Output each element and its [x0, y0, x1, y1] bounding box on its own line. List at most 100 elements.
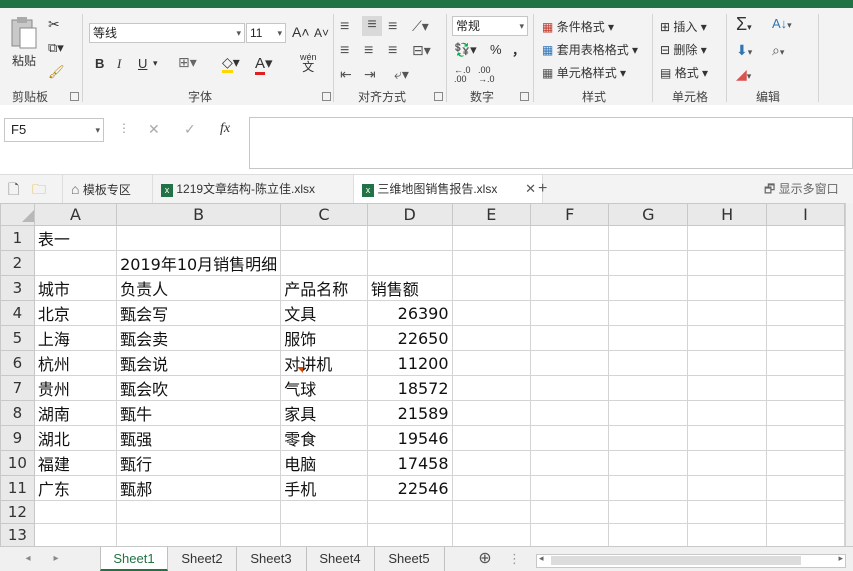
cell-empty[interactable] — [608, 300, 689, 326]
row-header[interactable]: 1 — [0, 225, 35, 251]
cell-empty[interactable] — [451, 300, 532, 326]
border-icon[interactable]: ⊞▾ — [178, 54, 197, 71]
cell-a[interactable]: 贵州 — [33, 375, 118, 401]
align-top-icon[interactable]: ≡ — [340, 18, 349, 36]
add-sheet-icon[interactable]: ⊕ — [474, 547, 496, 571]
cell-empty[interactable] — [530, 425, 610, 451]
format-cells-button[interactable]: ▤ 格式 ▾ — [660, 64, 708, 81]
delete-cells-button[interactable]: ⊟ 删除 ▾ — [660, 41, 707, 58]
scrollbar-thumb[interactable] — [551, 556, 801, 565]
cell-empty[interactable] — [765, 250, 845, 276]
cell-a[interactable]: 城市 — [33, 275, 118, 301]
alignment-launcher-icon[interactable] — [434, 92, 443, 101]
column-header[interactable]: B — [116, 203, 282, 226]
cell-d[interactable]: 销售额 — [366, 275, 453, 301]
cell-d[interactable]: 17458 — [366, 450, 453, 476]
cell-empty[interactable] — [451, 523, 532, 546]
cell-empty[interactable] — [451, 475, 532, 501]
cell-empty[interactable] — [608, 500, 689, 524]
align-center-icon[interactable]: ≡ — [364, 42, 373, 60]
new-tab-icon[interactable]: + — [538, 175, 547, 203]
cell-d[interactable] — [366, 250, 453, 276]
cell-empty[interactable] — [765, 275, 845, 301]
cell-empty[interactable] — [765, 475, 845, 501]
close-icon[interactable]: ✕ — [525, 175, 536, 203]
bold-button[interactable]: B — [95, 56, 104, 71]
cell-empty[interactable] — [530, 475, 610, 501]
cell-d[interactable] — [366, 500, 453, 524]
cell-empty[interactable] — [687, 475, 767, 501]
cell-empty[interactable] — [687, 300, 767, 326]
cell-b[interactable]: 甄行 — [116, 450, 282, 476]
tab-file-1219[interactable]: x 1219文章结构-陈立佳.xlsx — [152, 175, 315, 203]
cell-empty[interactable] — [765, 375, 845, 401]
insert-function-icon[interactable]: fx — [220, 121, 230, 137]
cell-b[interactable]: 甄强 — [116, 425, 282, 451]
currency-icon[interactable]: 💱▾ — [454, 42, 477, 58]
row-header[interactable]: 12 — [0, 500, 35, 524]
tab-file-3d-map[interactable]: x 三维地图销售报告.xlsx ✕ — [353, 175, 543, 203]
cell-d[interactable] — [366, 523, 453, 546]
shrink-font-button[interactable]: A˅ — [314, 26, 329, 40]
align-right-icon[interactable]: ≡ — [388, 42, 397, 60]
cell-b[interactable]: 甄郝 — [116, 475, 282, 501]
sheet-tab-sheet5[interactable]: Sheet5 — [374, 547, 445, 571]
cell-empty[interactable] — [530, 225, 610, 251]
formula-input[interactable] — [249, 117, 853, 169]
cell-a[interactable]: 福建 — [33, 450, 118, 476]
cell-empty[interactable] — [608, 375, 689, 401]
column-header[interactable]: H — [687, 203, 767, 226]
cell-b[interactable]: 甄会写 — [116, 300, 282, 326]
cell-empty[interactable] — [765, 325, 845, 351]
cell-empty[interactable] — [530, 350, 610, 376]
cell-empty[interactable] — [687, 325, 767, 351]
cell-empty[interactable] — [608, 250, 689, 276]
row-header[interactable]: 2 — [0, 250, 35, 276]
cell-empty[interactable] — [765, 500, 845, 524]
grow-font-button[interactable]: A˄ — [292, 24, 310, 40]
font-launcher-icon[interactable] — [322, 92, 331, 101]
cell-empty[interactable] — [530, 450, 610, 476]
orientation-icon[interactable]: ⟋▾ — [412, 18, 429, 35]
copy-icon[interactable]: ⧉▾ — [48, 40, 64, 56]
cell-empty[interactable] — [765, 225, 845, 251]
cell-styles-button[interactable]: ▦ 单元格样式 ▾ — [542, 64, 626, 81]
cell-d[interactable]: 21589 — [366, 400, 453, 426]
row-header[interactable]: 7 — [0, 375, 35, 401]
cell-c[interactable]: 文具 — [280, 300, 368, 326]
cell-c[interactable]: 电脑 — [280, 450, 368, 476]
cell-c[interactable]: 家具 — [280, 400, 368, 426]
italic-button[interactable]: I — [117, 56, 121, 72]
font-color-icon[interactable]: A▾ — [255, 54, 273, 75]
cell-a[interactable]: 上海 — [33, 325, 118, 351]
row-header[interactable]: 4 — [0, 300, 35, 326]
cell-empty[interactable] — [530, 300, 610, 326]
number-launcher-icon[interactable] — [520, 92, 529, 101]
cell-empty[interactable] — [530, 275, 610, 301]
cell-a[interactable] — [33, 500, 118, 524]
cell-d[interactable] — [366, 225, 453, 251]
paste-button[interactable] — [8, 16, 42, 50]
cell-b[interactable]: 负责人 — [116, 275, 282, 301]
cell-empty[interactable] — [451, 350, 532, 376]
column-header[interactable]: I — [765, 203, 845, 226]
cell-d[interactable]: 18572 — [366, 375, 453, 401]
cell-empty[interactable] — [530, 250, 610, 276]
show-windows-button[interactable]: 🗗 显示多窗口 — [764, 175, 839, 203]
comment-indicator-icon[interactable] — [297, 367, 303, 373]
cell-d[interactable]: 11200 — [366, 350, 453, 376]
column-header[interactable]: C — [280, 203, 368, 226]
cell-empty[interactable] — [451, 225, 532, 251]
cell-empty[interactable] — [608, 450, 689, 476]
sheet-tab-sheet4[interactable]: Sheet4 — [306, 547, 375, 571]
cell-empty[interactable] — [530, 400, 610, 426]
cell-empty[interactable] — [687, 523, 767, 546]
cell-empty[interactable] — [687, 425, 767, 451]
cell-c[interactable] — [280, 250, 368, 276]
cell-empty[interactable] — [451, 450, 532, 476]
cell-b[interactable]: 2019年10月销售明细 — [116, 250, 282, 276]
scroll-right-icon[interactable]: ▸ — [48, 547, 64, 571]
table-format-button[interactable]: ▦ 套用表格格式 ▾ — [542, 41, 638, 58]
format-painter-icon[interactable]: 🖌 — [48, 64, 65, 80]
cell-empty[interactable] — [608, 400, 689, 426]
